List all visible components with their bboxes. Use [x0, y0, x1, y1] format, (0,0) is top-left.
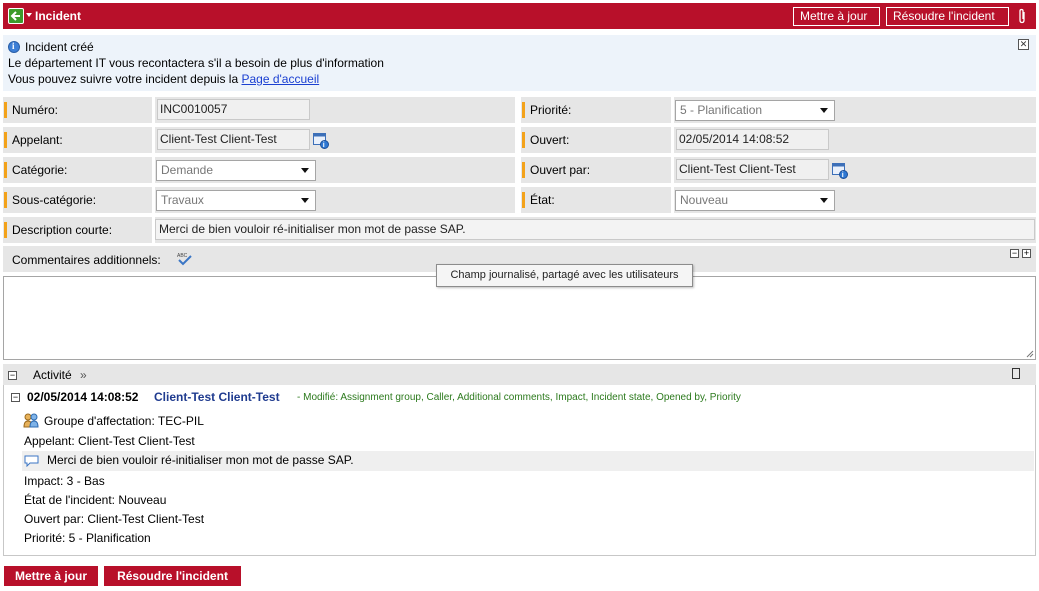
activity-line: Priorité: 5 - Planification: [24, 531, 151, 545]
svg-text:i: i: [323, 142, 325, 149]
homepage-link[interactable]: Page d'accueil: [241, 72, 319, 86]
collapse-icon[interactable]: −: [1010, 249, 1019, 258]
paperclip-icon[interactable]: [1016, 8, 1028, 24]
tooltip: Champ journalisé, partagé avec les utili…: [436, 264, 693, 287]
expand-icon[interactable]: +: [1022, 249, 1031, 258]
reference-lookup-icon[interactable]: i: [832, 163, 848, 179]
reference-lookup-icon[interactable]: i: [313, 133, 329, 149]
activity-line: Appelant: Client-Test Client-Test: [24, 434, 195, 448]
activity-line: État de l'incident: Nouveau: [24, 493, 167, 507]
etat-select[interactable]: Nouveau: [675, 190, 835, 211]
resize-handle-icon[interactable]: [1026, 350, 1034, 358]
comment-bubble-icon: [24, 455, 39, 467]
svg-text:ABC: ABC: [177, 253, 188, 259]
chevron-down-icon: [820, 108, 828, 113]
form-title: Incident: [35, 9, 82, 23]
ouvert-label: Ouvert:: [521, 127, 671, 153]
entry-user: Client-Test Client-Test: [154, 390, 280, 404]
souscategorie-label: Sous-catégorie:: [3, 187, 152, 213]
priorite-select[interactable]: 5 - Planification: [675, 100, 835, 121]
group-icon: [23, 413, 39, 428]
mandatory-indicator: [4, 222, 7, 238]
header-resolve-button[interactable]: Résoudre l'incident: [886, 7, 1009, 26]
description-field[interactable]: Merci de bien vouloir ré-initialiser mon…: [155, 219, 1035, 240]
numero-field[interactable]: INC0010057: [157, 99, 310, 120]
activity-line: Impact: 3 - Bas: [24, 474, 105, 488]
info-icon: i: [8, 41, 20, 53]
activity-header: [3, 364, 1036, 385]
mandatory-indicator: [4, 102, 7, 118]
categorie-label: Catégorie:: [3, 157, 152, 183]
close-icon[interactable]: ✕: [1018, 39, 1029, 50]
ouvertpar-field[interactable]: Client-Test Client-Test: [676, 159, 829, 180]
activity-collapse-icon[interactable]: −: [8, 371, 17, 380]
entry-collapse-icon[interactable]: −: [11, 393, 20, 402]
header-update-button[interactable]: Mettre à jour: [793, 7, 880, 26]
activity-line: Ouvert par: Client-Test Client-Test: [24, 512, 205, 526]
info-title: Incident créé: [25, 40, 94, 54]
souscategorie-select[interactable]: Travaux: [156, 190, 316, 211]
chevron-down-icon: [820, 198, 828, 203]
info-link-prefix: Vous pouvez suivre votre incident depuis…: [8, 72, 242, 86]
etat-label: État:: [521, 187, 671, 213]
numero-label: Numéro:: [3, 97, 152, 123]
entry-date: 02/05/2014 14:08:52: [27, 390, 139, 404]
chevron-down-icon: [301, 168, 309, 173]
context-menu-caret-icon[interactable]: [26, 13, 32, 17]
comments-textarea[interactable]: [3, 276, 1036, 360]
activity-line: Groupe d'affectation: TEC-PIL: [44, 414, 204, 428]
categorie-select[interactable]: Demande: [156, 160, 316, 181]
info-link-line: Vous pouvez suivre votre incident depuis…: [8, 72, 319, 86]
spellcheck-icon[interactable]: ABC: [176, 252, 193, 266]
back-arrow-icon: [10, 11, 20, 21]
info-text: Le département IT vous recontactera s'il…: [8, 56, 384, 70]
back-button[interactable]: [8, 8, 24, 24]
mandatory-indicator: [4, 192, 7, 208]
priorite-label: Priorité:: [521, 97, 671, 123]
form-header: [3, 3, 1036, 29]
activity-line: Merci de bien vouloir ré-initialiser mon…: [47, 453, 354, 467]
mandatory-indicator: [522, 162, 525, 178]
footer-resolve-button[interactable]: Résoudre l'incident: [104, 566, 241, 586]
ouvert-field[interactable]: 02/05/2014 14:08:52: [676, 129, 829, 150]
activity-expand-chevron-icon[interactable]: »: [80, 368, 87, 382]
mandatory-indicator: [4, 162, 7, 178]
appelant-field[interactable]: Client-Test Client-Test: [157, 129, 310, 150]
footer-update-button[interactable]: Mettre à jour: [4, 566, 98, 586]
activity-title: Activité: [33, 368, 72, 382]
mandatory-indicator: [522, 132, 525, 148]
chevron-down-icon: [301, 198, 309, 203]
appelant-label: Appelant:: [3, 127, 152, 153]
comments-label: Commentaires additionnels:: [12, 253, 161, 267]
description-label: Description courte:: [3, 217, 152, 243]
mandatory-indicator: [522, 192, 525, 208]
mandatory-indicator: [4, 132, 7, 148]
ouvertpar-label: Ouvert par:: [521, 157, 671, 183]
svg-text:i: i: [842, 172, 844, 179]
mandatory-indicator: [522, 102, 525, 118]
activity-filter-icon[interactable]: [1012, 368, 1020, 379]
entry-modified: - Modifié: Assignment group, Caller, Add…: [297, 392, 741, 403]
